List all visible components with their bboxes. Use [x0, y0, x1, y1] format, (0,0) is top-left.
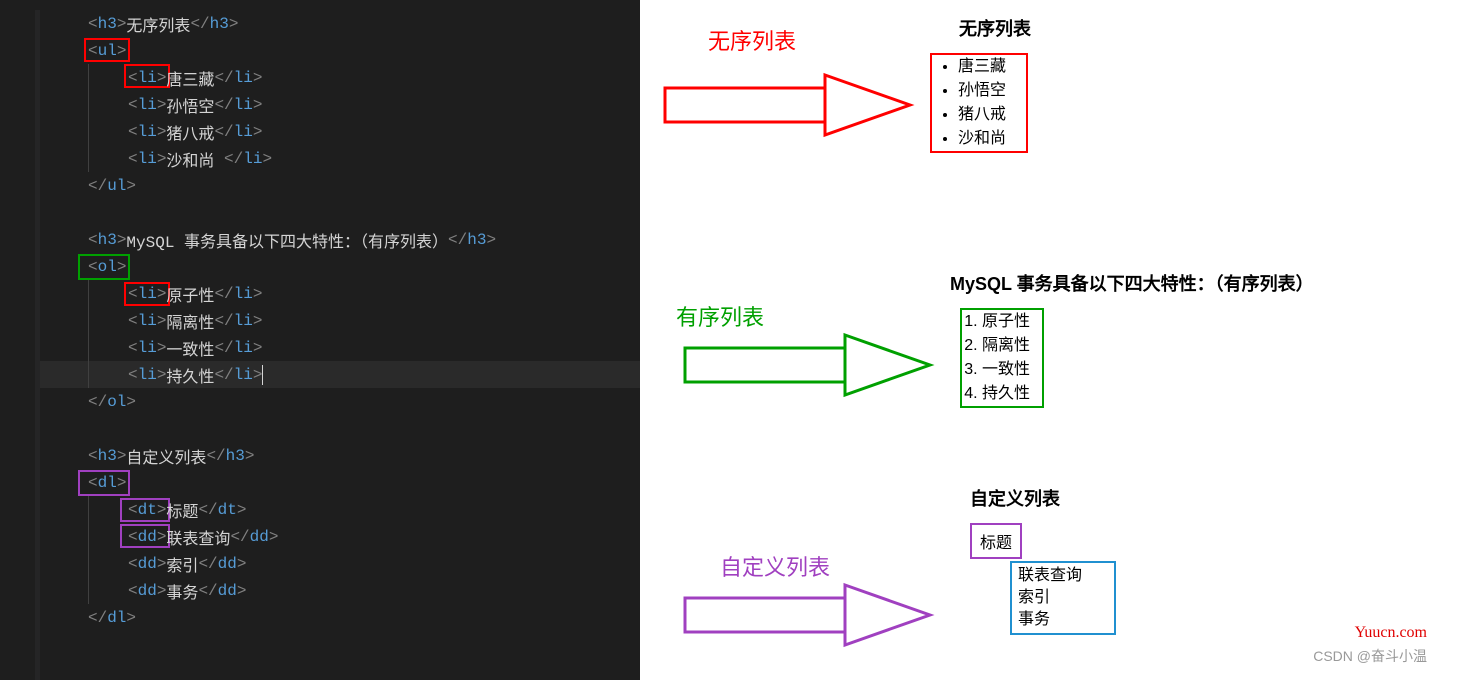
ul-item: 沙和尚 [958, 127, 1006, 151]
label-ordered: 有序列表 [676, 300, 764, 332]
code-editor-panel: <h3>无序列表</h3><ul><li>唐三藏</li><li>孙悟空</li… [0, 0, 640, 680]
ul-item: 唐三藏 [958, 55, 1006, 79]
render-section-dl: 自定义列表 标题 联表查询索引事务 [970, 485, 1170, 635]
code-line: <li>唐三藏</li> [40, 64, 640, 91]
code-line: <dt>标题</dt> [40, 496, 640, 523]
code-line: </ul> [40, 172, 640, 199]
code-line: <li>原子性</li> [40, 280, 640, 307]
code-line: <ol> [40, 253, 640, 280]
render-dd-box: 联表查询索引事务 [1010, 561, 1116, 635]
code-line: <li>一致性</li> [40, 334, 640, 361]
code-line: <dd>联表查询</dd> [40, 523, 640, 550]
dd-item: 事务 [1018, 609, 1108, 631]
arrow-green [680, 330, 940, 400]
code-line: <dd>事务</dd> [40, 577, 640, 604]
render-ol-title: MySQL 事务具备以下四大特性：（有序列表） [950, 270, 1314, 296]
code-line: <h3>无序列表</h3> [40, 10, 640, 37]
label-unordered: 无序列表 [708, 24, 796, 56]
footer-csdn: CSDN @奋斗小温 [1313, 646, 1427, 666]
render-ul-title: 无序列表 [930, 15, 1060, 41]
code-line: <li>持久性</li> [40, 361, 640, 388]
code-line: <h3>MySQL 事务具备以下四大特性：（有序列表）</h3> [40, 226, 640, 253]
code-line: <li>孙悟空</li> [40, 91, 640, 118]
ol-item: 一致性 [982, 358, 1030, 382]
code-line: <ul> [40, 37, 640, 64]
render-ul-list: 唐三藏孙悟空猪八戒沙和尚 [932, 55, 1026, 151]
arrow-purple [680, 580, 940, 650]
dd-item: 索引 [1018, 587, 1108, 609]
arrow-red [660, 70, 920, 140]
render-section-ul: 无序列表 唐三藏孙悟空猪八戒沙和尚 [930, 15, 1060, 153]
render-section-ol: MySQL 事务具备以下四大特性：（有序列表） 原子性隔离性一致性持久性 [950, 270, 1314, 408]
ol-box: 原子性隔离性一致性持久性 [960, 308, 1044, 408]
code-body: <h3>无序列表</h3><ul><li>唐三藏</li><li>孙悟空</li… [40, 10, 640, 680]
label-definition: 自定义列表 [720, 550, 830, 582]
render-dl-title: 自定义列表 [970, 485, 1170, 511]
ul-item: 孙悟空 [958, 79, 1006, 103]
render-ol-list: 原子性隔离性一致性持久性 [962, 310, 1042, 406]
footer-yuucn: Yuucn.com [1355, 624, 1427, 642]
render-panel: 无序列表 有序列表 自定义列表 无序列表 唐三藏孙悟空猪八戒沙和尚 MySQL … [640, 0, 1457, 680]
ol-item: 隔离性 [982, 334, 1030, 358]
dd-item: 联表查询 [1018, 565, 1108, 587]
code-line: <dd>索引</dd> [40, 550, 640, 577]
ol-item: 持久性 [982, 382, 1030, 406]
code-line: <h3>自定义列表</h3> [40, 442, 640, 469]
render-dt-box: 标题 [970, 523, 1022, 559]
ul-item: 猪八戒 [958, 103, 1006, 127]
code-line [40, 415, 640, 442]
code-line: <li>猪八戒</li> [40, 118, 640, 145]
ol-item: 原子性 [982, 310, 1030, 334]
editor-gutter [0, 10, 40, 680]
code-line: </ol> [40, 388, 640, 415]
code-line: <li>隔离性</li> [40, 307, 640, 334]
ul-box: 唐三藏孙悟空猪八戒沙和尚 [930, 53, 1028, 153]
code-line: </dl> [40, 604, 640, 631]
code-line [40, 199, 640, 226]
code-line: <dl> [40, 469, 640, 496]
code-line: <li>沙和尚 </li> [40, 145, 640, 172]
